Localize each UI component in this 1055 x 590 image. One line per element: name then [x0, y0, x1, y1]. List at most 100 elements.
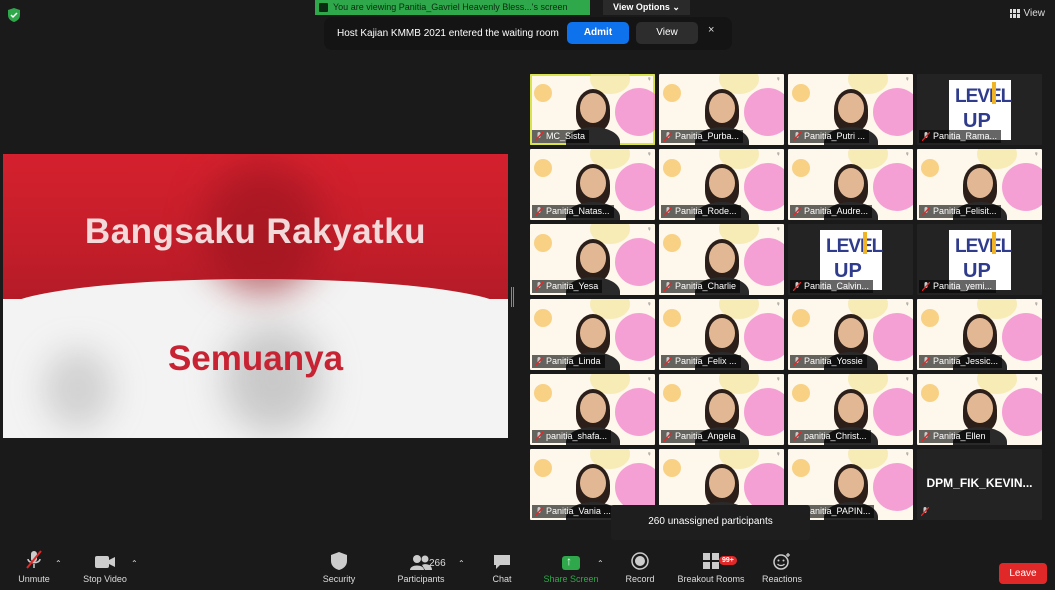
participant-name: Panitia_PAPIN... — [804, 506, 871, 516]
close-icon[interactable]: × — [708, 24, 714, 36]
participant-name-tag: Panitia_Calvin... — [790, 280, 874, 293]
chevron-up-icon[interactable]: ⌃ — [597, 559, 604, 568]
participant-tile[interactable]: ♀ Panitia_Felisit... — [917, 149, 1042, 220]
video-camera-icon — [95, 556, 115, 568]
record-icon — [631, 552, 649, 570]
leave-button[interactable]: Leave — [999, 563, 1047, 584]
view-layout-button[interactable]: View — [1009, 8, 1045, 19]
reaction-icon: ♀ — [646, 76, 652, 83]
participant-name: Panitia_Putri ... — [804, 131, 866, 141]
participant-tile[interactable]: ♀ Panitia_Yesa — [530, 224, 655, 295]
participant-name-tag: Panitia_Vania ... — [532, 505, 615, 518]
admit-button[interactable]: Admit — [567, 22, 629, 44]
participant-name-tag: Panitia_Charlie — [661, 280, 741, 293]
participant-name: Panitia_Rama... — [933, 131, 998, 141]
participant-tile[interactable]: ♀ Panitia_Charlie — [659, 224, 784, 295]
reaction-icon: ♀ — [646, 376, 652, 383]
reaction-icon: ♀ — [775, 451, 781, 458]
participant-tile[interactable]: ♀ Panitia_Jessic... — [917, 299, 1042, 370]
participant-tile[interactable]: ♀ Panitia_Ellen — [917, 374, 1042, 445]
participant-name: Panitia_Rode... — [675, 206, 737, 216]
participant-tile[interactable]: LEVEL UP Panitia_Rama... — [917, 74, 1042, 145]
participant-name: Panitia_yemi... — [933, 281, 993, 291]
smiley-icon — [773, 553, 790, 570]
participant-name-tag: Panitia_Putri ... — [790, 130, 870, 143]
microphone-muted-icon — [535, 432, 543, 441]
participant-name-tag: panitia_shafa... — [532, 430, 612, 443]
participant-tile[interactable]: ♀ panitia_Christ... — [788, 374, 913, 445]
share-screen-button[interactable]: Share Screen — [542, 548, 600, 584]
participant-name: MC_Sista — [546, 131, 586, 141]
participant-name: Panitia_Linda — [546, 356, 601, 366]
chevron-up-icon[interactable]: ⌃ — [131, 559, 138, 568]
participant-name-tag: Panitia_Linda — [532, 355, 605, 368]
resize-handle[interactable] — [511, 287, 514, 307]
microphone-muted-icon — [664, 132, 672, 141]
reaction-icon: ♀ — [775, 151, 781, 158]
viewing-screen-banner: You are viewing Panitia_Gavriel Heavenly… — [315, 0, 590, 15]
participant-tile[interactable]: LEVEL UP Panitia_Calvin... — [788, 224, 913, 295]
participant-name: Panitia_Yossie — [804, 356, 863, 366]
participant-name-tag: Panitia_Rode... — [661, 205, 741, 218]
reaction-icon: ♀ — [775, 376, 781, 383]
participant-name: Panitia_Angela — [675, 431, 736, 441]
view-waiting-room-button[interactable]: View — [636, 22, 698, 44]
security-button[interactable]: Security — [318, 548, 360, 584]
participant-tile[interactable]: ♀ Panitia_Putri ... — [788, 74, 913, 145]
participant-name-tag: Panitia_Felisit... — [919, 205, 1001, 218]
participant-tile[interactable]: ♀ Panitia_Audre... — [788, 149, 913, 220]
view-options-button[interactable]: View Options ⌄ — [603, 0, 690, 15]
participant-tile[interactable]: ♀ panitia_shafa... — [530, 374, 655, 445]
participant-name: Panitia_Calvin... — [804, 281, 870, 291]
microphone-muted-icon — [922, 132, 930, 141]
participant-name: Panitia_Audre... — [804, 206, 869, 216]
participant-name-tag: Panitia_Rama... — [919, 130, 1002, 143]
participant-tile[interactable]: ♀ Panitia_Linda — [530, 299, 655, 370]
reaction-icon: ♀ — [904, 451, 910, 458]
participant-tile[interactable]: ♀ Panitia_Angela — [659, 374, 784, 445]
participant-name-tag: MC_Sista — [532, 130, 590, 143]
participant-tile[interactable]: ♀ Panitia_Felix ... — [659, 299, 784, 370]
participant-tile[interactable]: ♀ MC_Sista — [530, 74, 655, 145]
participant-gallery: ♀ MC_Sista ♀ Panitia_Purba... ♀ Panitia_Putri… — [530, 74, 1044, 520]
record-button[interactable]: Record — [622, 548, 658, 584]
chevron-up-icon[interactable]: ⌃ — [55, 559, 62, 568]
chat-bubble-icon — [494, 555, 510, 569]
reaction-icon: ♀ — [775, 301, 781, 308]
screen-share-icon — [319, 3, 328, 12]
viewing-banner-text: You are viewing Panitia_Gavriel Heavenly… — [333, 2, 568, 12]
breakout-rooms-icon — [703, 553, 719, 569]
participant-display-name: DPM_FIK_KEVIN... — [926, 476, 1033, 490]
breakout-rooms-button[interactable]: 99+ Breakout Rooms — [675, 548, 747, 584]
reaction-icon: ♀ — [904, 301, 910, 308]
participant-name: Panitia_Natas... — [546, 206, 610, 216]
participant-tile[interactable]: ♀ Panitia_Purba... — [659, 74, 784, 145]
participant-name: Panitia_Vania ... — [546, 506, 611, 516]
stop-video-button[interactable]: Stop Video — [80, 548, 130, 584]
participants-button[interactable]: Participants 266 — [395, 548, 447, 584]
unassigned-participants-tooltip: 260 unassigned participants — [611, 505, 810, 540]
encryption-shield-icon[interactable] — [8, 8, 20, 22]
participant-tile[interactable]: ♀ Panitia_Yossie — [788, 299, 913, 370]
participant-name: Panitia_Felisit... — [933, 206, 997, 216]
participant-name-tag: Panitia_Felix ... — [661, 355, 741, 368]
participant-tile[interactable]: LEVEL UP Panitia_yemi... — [917, 224, 1042, 295]
microphone-muted-icon — [922, 207, 930, 216]
participant-tile[interactable]: ♀ Panitia_Rode... — [659, 149, 784, 220]
unmute-button[interactable]: Unmute — [14, 548, 54, 584]
participant-tile[interactable]: ♀ Panitia_Natas... — [530, 149, 655, 220]
chat-button[interactable]: Chat — [488, 548, 516, 584]
chevron-up-icon[interactable]: ⌃ — [458, 559, 465, 568]
reaction-icon: ♀ — [904, 376, 910, 383]
reaction-icon: ♀ — [1033, 301, 1039, 308]
participant-name: Panitia_Yesa — [546, 281, 599, 291]
reaction-icon: ♀ — [646, 226, 652, 233]
participants-label: Participants — [397, 574, 445, 584]
reaction-icon: ♀ — [904, 76, 910, 83]
participant-name-tag: Panitia_Ellen — [919, 430, 990, 443]
microphone-muted-icon — [535, 357, 543, 366]
participant-tile[interactable]: DPM_FIK_KEVIN... — [917, 449, 1042, 520]
reactions-button[interactable]: Reactions — [760, 548, 804, 584]
microphone-muted-icon — [793, 207, 801, 216]
reaction-icon: ♀ — [904, 151, 910, 158]
